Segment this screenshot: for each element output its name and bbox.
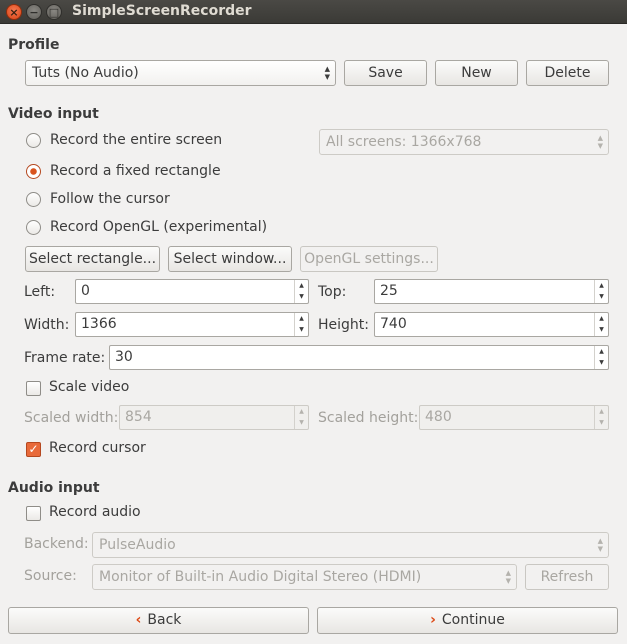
record-audio-label: Record audio [49,504,141,520]
radio-follow-cursor-label: Follow the cursor [50,191,170,207]
stepper-arrows-icon[interactable]: ▲ ▼ [594,346,608,369]
width-spinbox[interactable]: 1366 ▲ ▼ [75,312,309,337]
profile-select-value: Tuts (No Audio) [32,65,139,81]
updown-arrows-icon: ▲ ▼ [505,569,511,585]
frame-rate-label: Frame rate: [24,350,106,366]
updown-arrows-icon: ▲ ▼ [597,134,603,150]
updown-arrows-icon: ▲ ▼ [324,65,330,81]
top-value: 25 [380,283,398,299]
audio-input-section-title: Audio input [8,480,100,496]
back-button-label: Back [147,612,182,628]
select-window-button[interactable]: Select window... [168,246,292,272]
left-spinbox[interactable]: 0 ▲ ▼ [75,279,309,304]
source-label: Source: [24,568,77,584]
scale-video-label: Scale video [49,379,130,395]
profile-section-title: Profile [8,37,60,53]
height-value: 740 [380,316,407,332]
save-profile-button[interactable]: Save [344,60,427,86]
scaled-width-value: 854 [125,409,152,425]
frame-rate-spinbox[interactable]: 30 ▲ ▼ [109,345,609,370]
window-title: SimpleScreenRecorder [72,3,252,19]
scaled-height-spinbox: 480 ▲ ▼ [419,405,609,430]
source-select: Monitor of Built-in Audio Digital Stereo… [92,564,517,590]
continue-button-label: Continue [441,612,505,628]
height-label: Height: [318,317,369,333]
source-select-value: Monitor of Built-in Audio Digital Stereo… [99,569,422,585]
record-audio-checkbox[interactable] [26,506,41,521]
radio-opengl-label: Record OpenGL (experimental) [50,219,268,235]
new-profile-button[interactable]: New [435,60,518,86]
left-value: 0 [81,283,90,299]
chevron-left-icon: ‹ [135,612,142,628]
profile-select[interactable]: Tuts (No Audio) ▲ ▼ [25,60,336,86]
stepper-arrows-icon[interactable]: ▲ ▼ [594,313,608,336]
video-input-section-title: Video input [8,106,99,122]
scale-video-checkbox[interactable] [26,381,41,396]
delete-profile-button[interactable]: Delete [526,60,609,86]
backend-select-value: PulseAudio [99,537,176,553]
back-button[interactable]: ‹ Back [8,607,309,634]
radio-entire-screen-label: Record the entire screen [50,132,223,148]
stepper-arrows-icon[interactable]: ▲ ▼ [294,313,308,336]
screens-select: All screens: 1366x768 ▲ ▼ [319,129,609,155]
backend-select: PulseAudio ▲ ▼ [92,532,609,558]
title-bar: × − □ SimpleScreenRecorder [0,0,627,24]
radio-opengl[interactable] [26,220,41,235]
scaled-width-label: Scaled width: [24,410,119,426]
scaled-height-label: Scaled height: [318,410,419,426]
updown-arrows-icon: ▲ ▼ [597,537,603,553]
scaled-height-value: 480 [425,409,452,425]
stepper-arrows-icon: ▲ ▼ [594,406,608,429]
record-cursor-label: Record cursor [49,440,146,456]
scaled-width-spinbox: 854 ▲ ▼ [119,405,309,430]
frame-rate-value: 30 [115,349,133,365]
stepper-arrows-icon[interactable]: ▲ ▼ [594,280,608,303]
continue-button[interactable]: › Continue [317,607,618,634]
radio-follow-cursor[interactable] [26,192,41,207]
opengl-settings-button: OpenGL settings... [300,246,438,272]
left-label: Left: [24,284,56,300]
screens-select-value: All screens: 1366x768 [326,134,482,150]
chevron-right-icon: › [430,612,436,628]
radio-entire-screen[interactable] [26,133,41,148]
width-value: 1366 [81,316,117,332]
select-rectangle-button[interactable]: Select rectangle... [25,246,160,272]
height-spinbox[interactable]: 740 ▲ ▼ [374,312,609,337]
top-label: Top: [318,284,347,300]
record-cursor-checkbox[interactable]: ✓ [26,442,41,457]
minimize-window-icon[interactable]: − [26,4,42,20]
radio-fixed-rectangle[interactable] [26,164,41,179]
top-spinbox[interactable]: 25 ▲ ▼ [374,279,609,304]
stepper-arrows-icon[interactable]: ▲ ▼ [294,280,308,303]
stepper-arrows-icon: ▲ ▼ [294,406,308,429]
refresh-button: Refresh [525,564,609,590]
radio-fixed-rectangle-label: Record a fixed rectangle [50,163,221,179]
backend-label: Backend: [24,536,89,552]
width-label: Width: [24,317,70,333]
maximize-window-icon[interactable]: □ [46,4,62,20]
close-window-icon[interactable]: × [6,4,22,20]
